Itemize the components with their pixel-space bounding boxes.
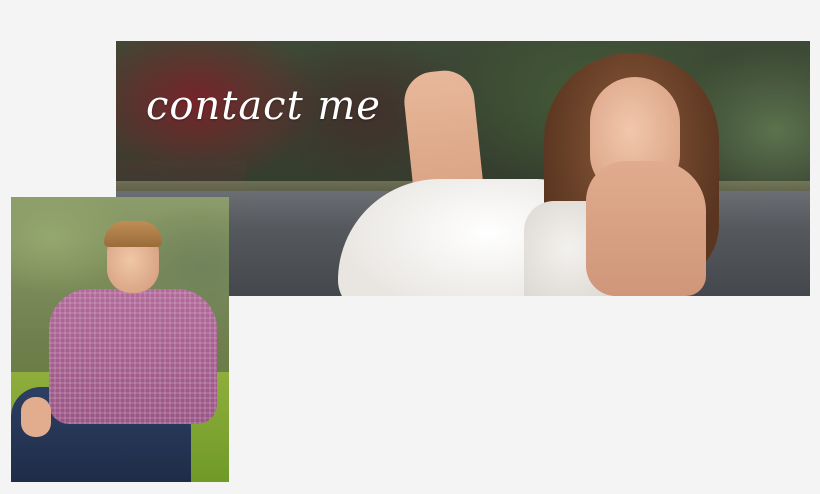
- woman-arm: [586, 161, 706, 296]
- man-shirt: [49, 289, 217, 424]
- contact-me-title: contact me: [146, 83, 381, 129]
- portrait-photo: [11, 197, 229, 482]
- man-hand: [21, 397, 51, 437]
- man-hair: [104, 221, 162, 247]
